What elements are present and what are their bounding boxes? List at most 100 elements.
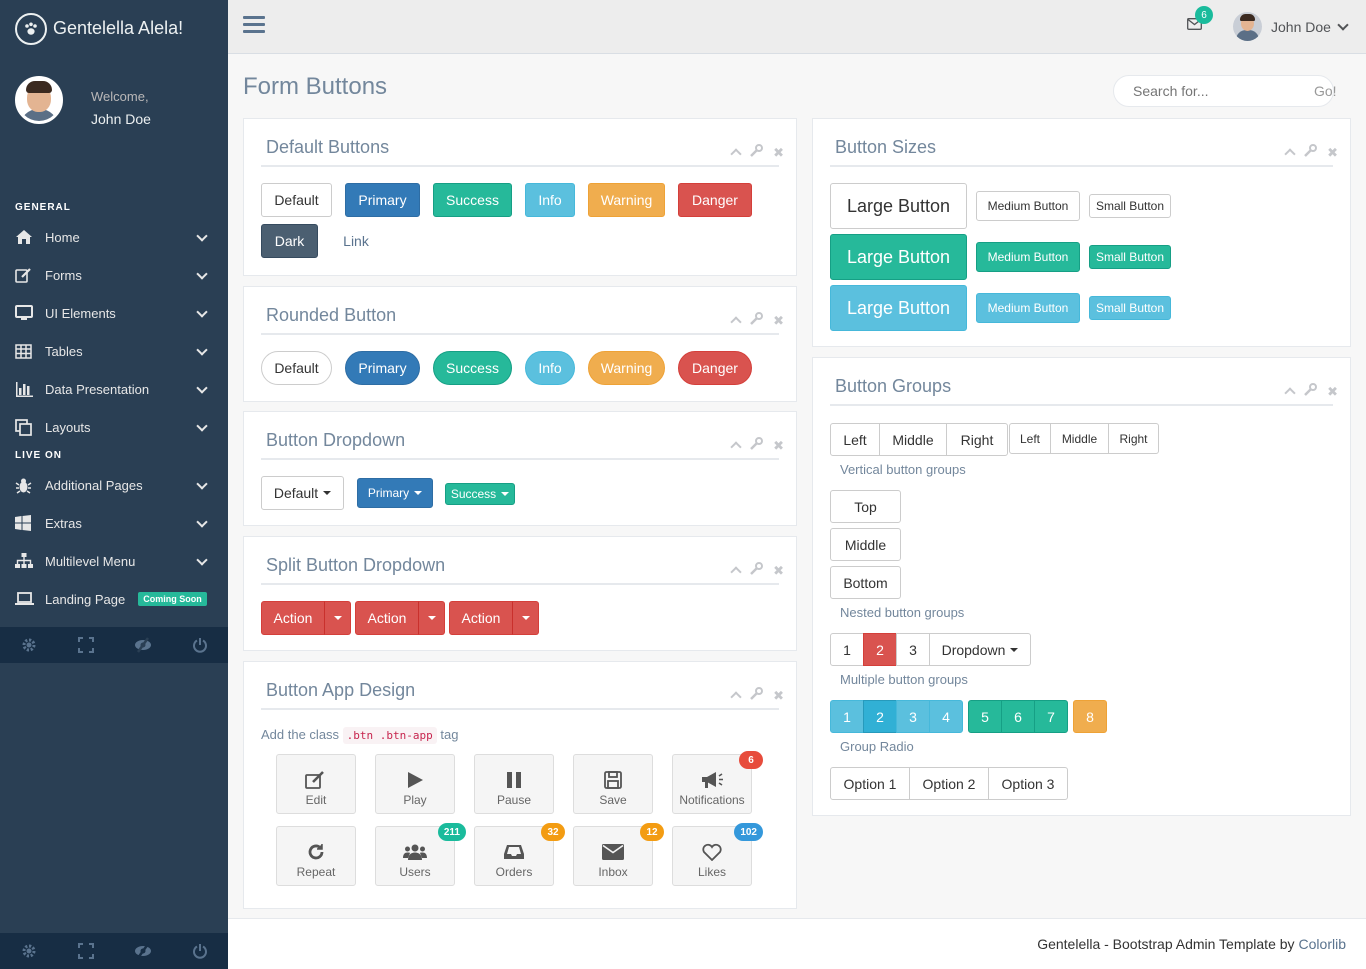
close-icon[interactable]: ✖ xyxy=(773,314,784,327)
warning-button[interactable]: Warning xyxy=(588,183,665,217)
medium-button[interactable]: Medium Button xyxy=(976,191,1080,221)
group-middle-button[interactable]: Middle xyxy=(1050,423,1109,454)
success-dropdown-button[interactable]: Success xyxy=(445,483,515,505)
action-button[interactable]: Action xyxy=(355,601,419,635)
sidebar-item-extras[interactable]: Extras xyxy=(0,504,228,542)
warning-button[interactable]: Warning xyxy=(588,351,665,385)
large-button[interactable]: Large Button xyxy=(830,285,967,331)
power-icon[interactable] xyxy=(171,627,228,663)
users-app-button[interactable]: Users 211 xyxy=(375,823,466,886)
group-top-button[interactable]: Top xyxy=(830,490,901,523)
sidebar-item-layouts[interactable]: Layouts xyxy=(0,408,228,446)
small-button[interactable]: Small Button xyxy=(1089,194,1171,218)
search-input[interactable] xyxy=(1114,83,1314,99)
default-button[interactable]: Default xyxy=(261,351,332,385)
group-middle-button[interactable]: Middle xyxy=(879,423,947,456)
group-2-button[interactable]: 2 xyxy=(863,700,897,733)
notifications-app-button[interactable]: Notifications 6 xyxy=(672,751,763,814)
close-icon[interactable]: ✖ xyxy=(773,689,784,702)
small-button[interactable]: Small Button xyxy=(1089,245,1171,269)
search-go-button[interactable]: Go! xyxy=(1314,83,1337,99)
settings-icon[interactable] xyxy=(0,933,57,969)
dark-button[interactable]: Dark xyxy=(261,224,318,258)
close-icon[interactable]: ✖ xyxy=(773,439,784,452)
repeat-app-button[interactable]: Repeat xyxy=(276,826,356,886)
wrench-icon[interactable] xyxy=(1304,144,1318,160)
small-button[interactable]: Small Button xyxy=(1089,296,1171,320)
sidebar-item-additional-pages[interactable]: Additional Pages xyxy=(0,466,228,504)
action-button[interactable]: Action xyxy=(449,601,513,635)
option-3-radio[interactable]: Option 3 xyxy=(988,767,1068,800)
inbox-app-button[interactable]: Inbox 12 xyxy=(573,823,664,886)
wrench-icon[interactable] xyxy=(750,562,764,578)
group-bottom-button[interactable]: Bottom xyxy=(830,566,901,599)
success-button[interactable]: Success xyxy=(433,351,512,385)
option-1-radio[interactable]: Option 1 xyxy=(830,767,910,800)
sidebar-item-home[interactable]: Home xyxy=(0,218,228,256)
wrench-icon[interactable] xyxy=(1304,383,1318,399)
split-toggle-button[interactable] xyxy=(512,601,539,635)
medium-button[interactable]: Medium Button xyxy=(976,293,1080,323)
info-button[interactable]: Info xyxy=(525,183,575,217)
menu-toggle-icon[interactable] xyxy=(243,16,265,36)
wrench-icon[interactable] xyxy=(750,144,764,160)
sidebar-item-tables[interactable]: Tables xyxy=(0,332,228,370)
sidebar-item-ui-elements[interactable]: UI Elements xyxy=(0,294,228,332)
group-2-button[interactable]: 2 xyxy=(863,633,897,666)
sidebar-item-landing-page[interactable]: Landing Page Coming Soon xyxy=(0,580,228,618)
collapse-icon[interactable] xyxy=(730,441,742,453)
wrench-icon[interactable] xyxy=(750,687,764,703)
group-left-button[interactable]: Left xyxy=(830,423,880,456)
medium-button[interactable]: Medium Button xyxy=(976,242,1080,272)
group-1-button[interactable]: 1 xyxy=(830,633,864,666)
group-7-button[interactable]: 7 xyxy=(1034,700,1068,733)
close-icon[interactable]: ✖ xyxy=(773,146,784,159)
group-5-button[interactable]: 5 xyxy=(968,700,1002,733)
danger-button[interactable]: Danger xyxy=(678,351,752,385)
group-3-button[interactable]: 3 xyxy=(896,633,930,666)
user-menu[interactable]: John Doe xyxy=(1233,12,1349,41)
group-8-button[interactable]: 8 xyxy=(1073,700,1107,733)
split-toggle-button[interactable] xyxy=(418,601,445,635)
collapse-icon[interactable] xyxy=(730,566,742,578)
group-4-button[interactable]: 4 xyxy=(929,700,963,733)
play-app-button[interactable]: Play xyxy=(375,754,455,814)
default-dropdown-button[interactable]: Default xyxy=(261,476,344,510)
edit-app-button[interactable]: Edit xyxy=(276,754,356,814)
close-icon[interactable]: ✖ xyxy=(773,564,784,577)
large-button[interactable]: Large Button xyxy=(830,234,967,280)
footer-link[interactable]: Colorlib xyxy=(1299,936,1346,952)
likes-app-button[interactable]: Likes 102 xyxy=(672,823,763,886)
brand[interactable]: Gentelella Alela! xyxy=(0,0,228,57)
collapse-icon[interactable] xyxy=(730,316,742,328)
group-right-button[interactable]: Right xyxy=(1108,423,1159,454)
group-dropdown-button[interactable]: Dropdown xyxy=(929,633,1031,666)
pause-app-button[interactable]: Pause xyxy=(474,754,554,814)
close-icon[interactable]: ✖ xyxy=(1327,146,1338,159)
danger-button[interactable]: Danger xyxy=(678,183,752,217)
group-middle-button[interactable]: Middle xyxy=(830,528,901,561)
power-icon[interactable] xyxy=(171,933,228,969)
sidebar-item-forms[interactable]: Forms xyxy=(0,256,228,294)
primary-button[interactable]: Primary xyxy=(345,183,420,217)
wrench-icon[interactable] xyxy=(750,437,764,453)
collapse-icon[interactable] xyxy=(1284,148,1296,160)
eye-slash-icon[interactable] xyxy=(114,933,171,969)
settings-icon[interactable] xyxy=(0,627,57,663)
fullscreen-icon[interactable] xyxy=(57,627,114,663)
info-button[interactable]: Info xyxy=(525,351,575,385)
save-app-button[interactable]: Save xyxy=(573,754,653,814)
primary-button[interactable]: Primary xyxy=(345,351,420,385)
group-1-button[interactable]: 1 xyxy=(830,700,864,733)
group-6-button[interactable]: 6 xyxy=(1001,700,1035,733)
action-button[interactable]: Action xyxy=(261,601,325,635)
link-button[interactable]: Link xyxy=(331,224,381,258)
option-2-radio[interactable]: Option 2 xyxy=(909,767,989,800)
group-3-button[interactable]: 3 xyxy=(896,700,930,733)
large-button[interactable]: Large Button xyxy=(830,183,967,229)
group-left-button[interactable]: Left xyxy=(1009,423,1051,454)
sidebar-item-multilevel-menu[interactable]: Multilevel Menu xyxy=(0,542,228,580)
default-button[interactable]: Default xyxy=(261,183,332,217)
fullscreen-icon[interactable] xyxy=(57,933,114,969)
wrench-icon[interactable] xyxy=(750,312,764,328)
